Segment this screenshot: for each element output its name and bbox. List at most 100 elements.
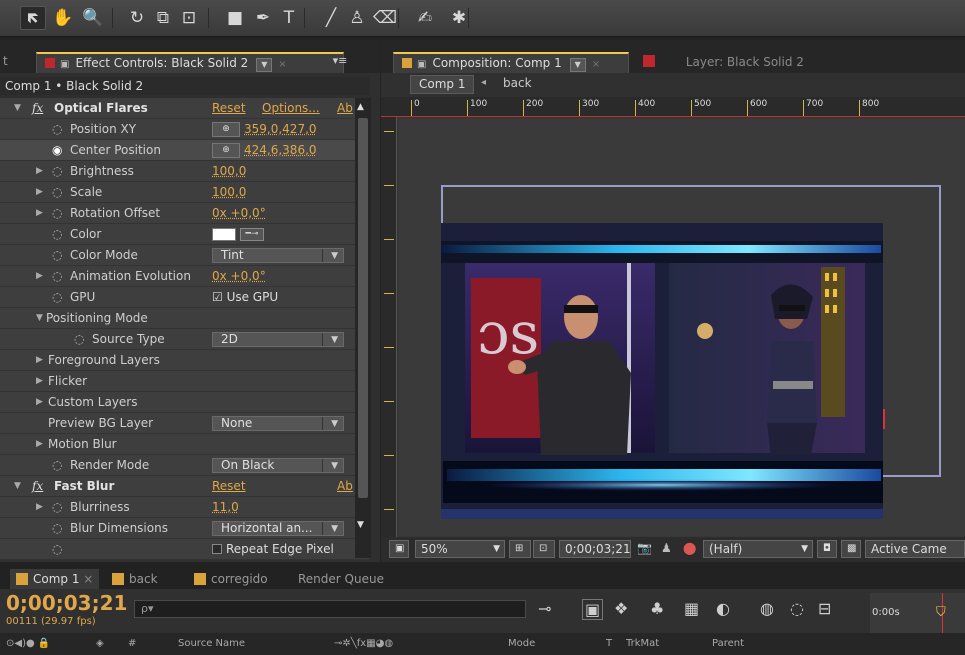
expand-triangle-icon[interactable]: ▶ [36, 161, 43, 182]
color-swatch[interactable] [212, 228, 236, 241]
hide-shy-icon[interactable]: ♣ [650, 599, 664, 618]
about-link[interactable]: Ab [337, 476, 353, 497]
prop-source-type[interactable]: ◌ Source Type 2D ▼ [0, 329, 370, 350]
col-number[interactable]: # [128, 633, 136, 655]
collapse-triangle-icon[interactable]: ▼ [14, 476, 21, 497]
lock-icon[interactable]: ▣ [60, 56, 69, 74]
close-icon[interactable]: × [79, 572, 93, 586]
group-foreground-layers[interactable]: ▶ Foreground Layers [0, 350, 370, 371]
timeline-tab[interactable]: Comp 1 × [10, 569, 100, 589]
fx-icon[interactable]: fx [32, 98, 43, 119]
col-trkmat[interactable]: TrkMat [626, 633, 659, 655]
label-icon[interactable]: ◈ [96, 633, 104, 655]
stopwatch-icon[interactable]: ◌ [52, 266, 62, 287]
zoom-tool-button[interactable]: 🔍 [80, 6, 106, 30]
prop-value[interactable]: 100,0 [212, 161, 246, 182]
group-positioning-mode[interactable]: ▼ Positioning Mode [0, 308, 370, 329]
roi-icon[interactable]: ◘ [817, 540, 837, 558]
prop-animation-evolution[interactable]: ▶ ◌ Animation Evolution 0x +0,0° [0, 266, 370, 287]
tab-effect-controls[interactable]: ▣ Effect Controls: Black Solid 2 ▼ × [36, 52, 344, 73]
options-link[interactable]: Options... [262, 98, 320, 119]
effect-header-fast-blur[interactable]: ▼ fx Fast Blur Reset Ab [0, 476, 370, 497]
stopwatch-icon[interactable]: ◌ [52, 518, 62, 539]
transparency-grid-icon[interactable]: ▩ [841, 540, 861, 558]
col-parent[interactable]: Parent [712, 633, 744, 655]
timeline-timecode[interactable]: 0;00;03;21 [6, 591, 127, 615]
prop-repeat-edge-pixels[interactable]: ◌ Repeat Edge Pixel [0, 539, 370, 560]
stopwatch-icon[interactable]: ◌ [52, 245, 62, 266]
col-mode[interactable]: Mode [508, 633, 535, 655]
col-source-name[interactable]: Source Name [178, 633, 245, 655]
expand-triangle-icon[interactable]: ▶ [36, 203, 43, 224]
comp-mini-flowchart-icon[interactable]: ⊸ [538, 599, 551, 618]
expand-triangle-icon[interactable]: ▶ [36, 182, 43, 203]
always-preview-icon[interactable]: ▣ [389, 540, 409, 558]
prop-gpu[interactable]: ◌ GPU ☑ Use GPU [0, 287, 370, 308]
color-mode-dropdown[interactable]: Tint ▼ [212, 248, 344, 263]
stopwatch-icon[interactable]: ◌ [52, 119, 62, 140]
prop-color[interactable]: ◌ Color ━⊸ [0, 224, 370, 245]
layer-switches-icon[interactable]: ⊸✲╲fx▦◕◍ [334, 633, 393, 655]
group-flicker[interactable]: ▶ Flicker [0, 371, 370, 392]
live-update-icon[interactable]: ▣ [582, 599, 604, 620]
effect-header-optical-flares[interactable]: ▼ fx Optical Flares Reset Options... Ab [0, 98, 370, 119]
scrollbar-thumb[interactable] [358, 118, 368, 498]
tab-composition[interactable]: ▣ Composition: Comp 1 ▼ × [393, 52, 629, 73]
prop-brightness[interactable]: ▶ ◌ Brightness 100,0 [0, 161, 370, 182]
composition-viewer[interactable]: ɔs [399, 119, 965, 536]
eraser-tool-button[interactable]: ⌫ [372, 6, 398, 30]
stopwatch-icon[interactable]: ◌ [52, 182, 62, 203]
expand-triangle-icon[interactable]: ▶ [36, 350, 43, 371]
show-snapshot-icon[interactable]: ♟ [661, 541, 672, 555]
channel-icon[interactable]: ⬤ [683, 541, 696, 555]
stopwatch-icon[interactable]: ◌ [52, 224, 62, 245]
prop-value[interactable]: 0x +0,0° [212, 266, 266, 287]
brush-tool-button[interactable]: ╱ [318, 6, 344, 30]
current-time-field[interactable]: 0;00;03;21 [559, 540, 631, 558]
type-tool-button[interactable]: T [276, 6, 302, 30]
roto-brush-tool-button[interactable]: ✍ [412, 6, 438, 30]
auto-keyframe-icon[interactable]: ◌ [790, 599, 804, 618]
active-camera-dropdown[interactable]: Active Came [865, 540, 965, 558]
render-mode-dropdown[interactable]: On Black ▼ [212, 458, 344, 473]
stopwatch-icon[interactable]: ◌ [52, 203, 62, 224]
crumb-comp1[interactable]: Comp 1 [410, 75, 475, 94]
expand-triangle-icon[interactable]: ▶ [36, 392, 43, 413]
project-tab-stub[interactable]: t [3, 54, 8, 68]
layer-search-input[interactable]: ρ▾ [134, 600, 526, 618]
close-icon[interactable]: × [592, 59, 600, 70]
mask-toggle-icon[interactable]: ⊡ [533, 540, 555, 558]
prop-value[interactable]: 0x +0,0° [212, 203, 266, 224]
av-switches-icon[interactable]: ⊙◀)● 🔒 [6, 633, 50, 655]
prop-blur-dimensions[interactable]: ◌ Blur Dimensions Horizontal an... ▼ [0, 518, 370, 539]
prop-preview-bg-layer[interactable]: Preview BG Layer None ▼ [0, 413, 370, 434]
preview-bg-dropdown[interactable]: None ▼ [212, 416, 344, 431]
source-type-dropdown[interactable]: 2D ▼ [212, 332, 344, 347]
motion-blur-icon[interactable]: ◐ [716, 599, 730, 618]
prop-value[interactable]: 100,0 [212, 182, 246, 203]
hand-tool-button[interactable]: ✋ [50, 6, 76, 30]
panel-menu-dropdown[interactable]: ▼ [256, 58, 273, 72]
col-t[interactable]: T [606, 633, 612, 655]
draft-3d-icon[interactable]: ❖ [614, 599, 628, 618]
crumb-back[interactable]: back [503, 76, 532, 90]
expand-triangle-icon[interactable]: ▶ [36, 266, 43, 287]
graph-editor-icon[interactable]: ⊟ [818, 599, 831, 618]
prop-blurriness[interactable]: ▶ ◌ Blurriness 11,0 [0, 497, 370, 518]
crosshair-icon[interactable]: ⊕ [212, 143, 240, 158]
prop-render-mode[interactable]: ◌ Render Mode On Black ▼ [0, 455, 370, 476]
stopwatch-icon[interactable]: ◌ [74, 329, 84, 350]
zoom-dropdown[interactable]: 50% ▼ [415, 540, 505, 558]
crosshair-icon[interactable]: ⊕ [212, 122, 240, 137]
expand-triangle-icon[interactable]: ▶ [36, 497, 43, 518]
prop-rotation-offset[interactable]: ▶ ◌ Rotation Offset 0x +0,0° [0, 203, 370, 224]
pen-tool-button[interactable]: ✒ [250, 6, 276, 30]
resolution-dropdown[interactable]: (Half) ▼ [703, 540, 813, 558]
reset-link[interactable]: Reset [212, 98, 246, 119]
stopwatch-icon[interactable]: ◌ [52, 497, 62, 518]
timeline-tab[interactable]: Render Queue [298, 569, 384, 589]
camera-snapshot-icon[interactable]: 📷 [637, 541, 652, 555]
frame-blending-icon[interactable]: ▦ [684, 599, 699, 618]
panel-menu-dropdown[interactable]: ▼ [569, 58, 586, 72]
timeline-tab[interactable]: back [112, 569, 158, 589]
